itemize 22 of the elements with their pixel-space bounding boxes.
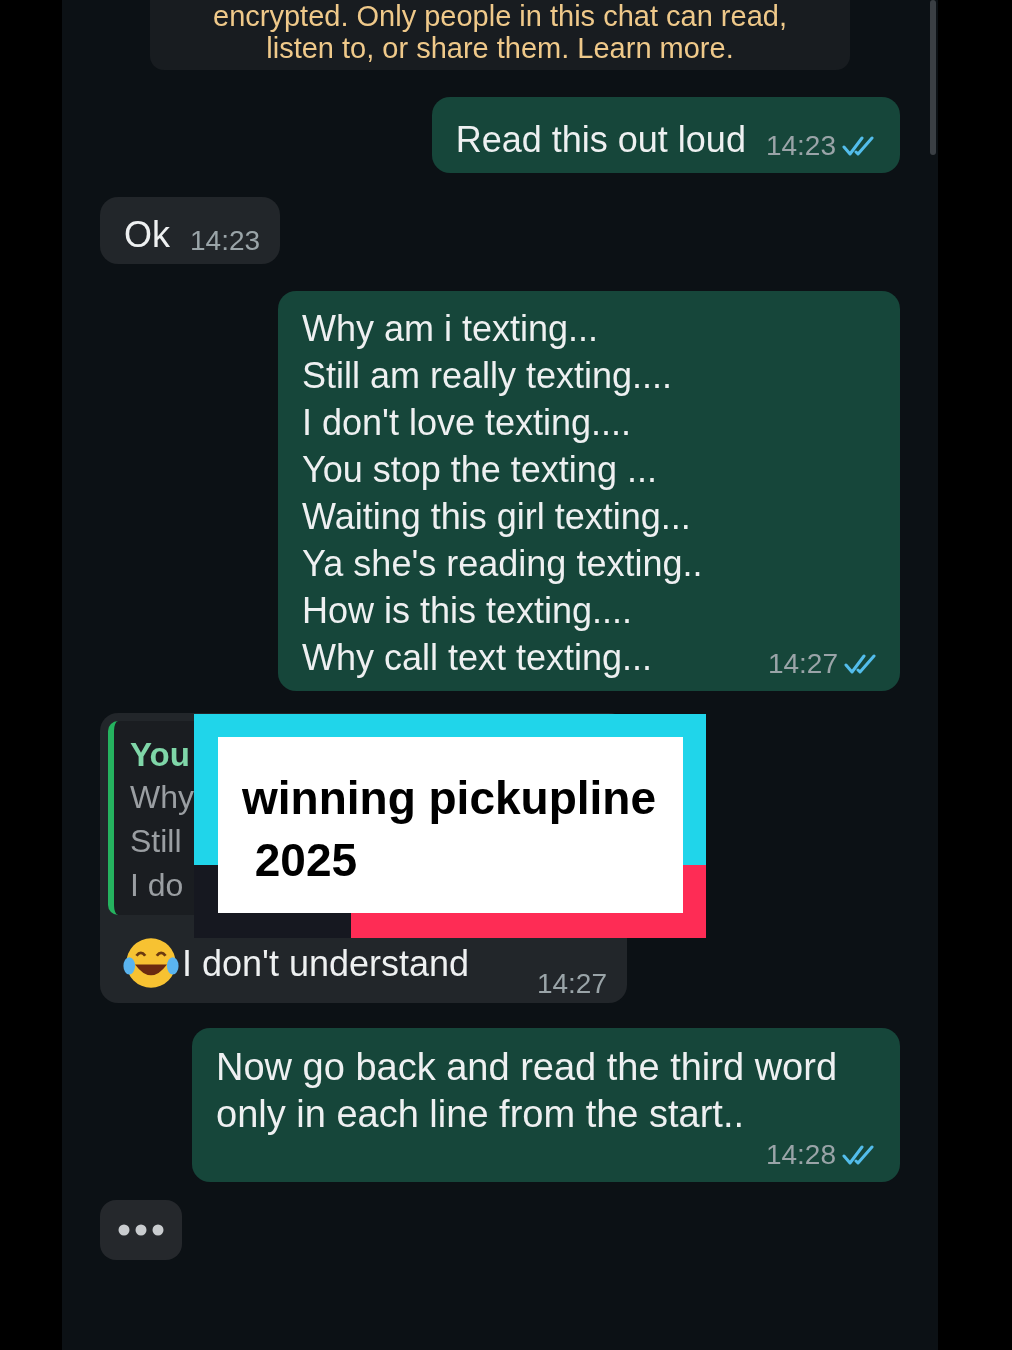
message-time: 14:23 [765,129,836,163]
quote-text: Still [130,822,182,861]
quote-text: Why [130,778,194,817]
message-bubble[interactable]: Ok 14:23 [100,197,281,264]
message-time: 14:28 [765,1138,836,1172]
encryption-notice: encrypted. Only people in this chat can read, listen to, or share them. Learn more. [150,0,850,70]
caption-text: winning pickupline 2025 [218,737,683,913]
message-text: Now go back and read the third word only in each line from the start.. [216,1045,839,1137]
message-time: 14:27 [536,967,607,1001]
quote-author: You [130,735,190,775]
message-time: 14:27 [767,647,838,681]
message-text: Ok [124,213,170,257]
message-text: I don't understand [182,941,470,986]
message-time: 14:23 [190,224,261,258]
message-text: Why am i texting... Still am really texting.... I don't love texting.... You stop the texting ... Waiting this girl texting... Ya she's reading texting.. How is this texting.... Why call text texting... [302,307,703,680]
message-text: Read this out loud [455,118,746,162]
message-bubble[interactable] [278,291,900,691]
scroll-bar[interactable] [930,0,936,155]
quote-text: I do [130,866,184,905]
message-bubble[interactable]: Now go back and read the third word only in each line from the start.. 14:28 [192,1028,900,1182]
message-bubble[interactable]: Read this out loud 14:23 [431,97,900,173]
typing-dots-icon [118,1223,164,1237]
